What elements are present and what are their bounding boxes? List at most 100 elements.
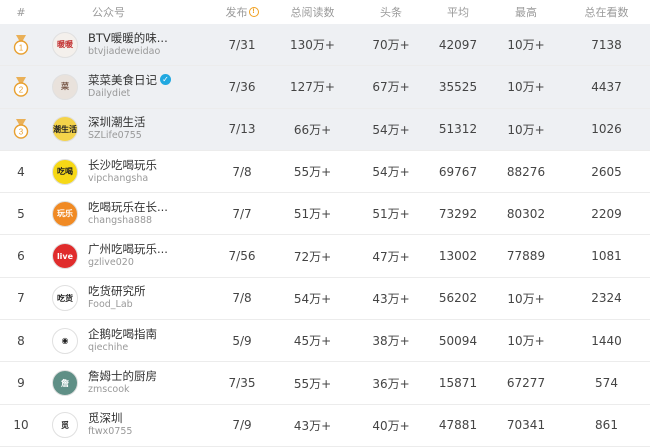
avatar[interactable]: 觅 bbox=[52, 412, 78, 439]
avatar[interactable]: live bbox=[52, 243, 78, 270]
account-cell[interactable]: 菜菜菜美食日记 ✓ Dailydiet bbox=[42, 73, 214, 101]
col-total-views[interactable]: 总在看数 bbox=[563, 4, 650, 20]
verified-icon: ✓ bbox=[160, 74, 171, 86]
table-row[interactable]: 7 吃货 吃货研究所 Food_Lab 7/8 54万+ 43万+ 56202 10万+ 2324 bbox=[0, 278, 650, 321]
account-name[interactable]: 企鹅吃喝指南 bbox=[88, 327, 157, 341]
max-cell: 70341 bbox=[506, 418, 546, 433]
publish-cell: 7/7 bbox=[232, 206, 252, 221]
rank-cell: 1 bbox=[0, 34, 42, 55]
col-total-reads[interactable]: 总阅读数 bbox=[270, 4, 355, 20]
account-name[interactable]: BTV暖暖的味... bbox=[88, 31, 168, 45]
rank-number: 7 bbox=[17, 291, 25, 306]
account-name-text[interactable]: 长沙吃喝玩乐 bbox=[88, 158, 157, 172]
average-cell: 13002 bbox=[438, 249, 478, 264]
headline-cell: 36万+ bbox=[372, 376, 410, 391]
table-row[interactable]: 10 觅觅深圳 ftwx0755 7/9 43万+ 40万+ 47881 70341 861 bbox=[0, 405, 650, 447]
col-account[interactable]: 公众号 bbox=[42, 4, 214, 20]
col-publish[interactable]: 发布 ! bbox=[214, 4, 270, 20]
max-cell: 77889 bbox=[506, 249, 546, 264]
headline-cell: 54万+ bbox=[372, 122, 410, 137]
account-name[interactable]: 菜菜美食日记 ✓ bbox=[88, 73, 171, 87]
max-cell: 10万+ bbox=[507, 38, 545, 53]
rank-cell: 7 bbox=[0, 291, 42, 305]
headline-cell: 67万+ bbox=[372, 80, 410, 95]
publish-cell: 7/9 bbox=[232, 418, 252, 433]
col-headline[interactable]: 头条 bbox=[355, 4, 427, 20]
account-name-text[interactable]: 深圳潮生活 bbox=[88, 115, 146, 129]
table-row[interactable]: 8 ◉ 企鹅吃喝指南 qiechihe 5/9 45万+ 38万+ 50094 10万+ 1440 bbox=[0, 320, 650, 363]
account-name[interactable]: 广州吃喝玩乐... bbox=[88, 242, 168, 256]
average-cell: 56202 bbox=[438, 291, 478, 306]
account-cell[interactable]: ◉ 企鹅吃喝指南 qiechihe bbox=[42, 327, 214, 355]
account-cell[interactable]: 玩乐 吃喝玩乐在长... changsha888 bbox=[42, 200, 214, 228]
total-views-cell: 2324 bbox=[591, 291, 622, 306]
avatar[interactable]: 玩乐 bbox=[52, 200, 78, 227]
total-reads-cell: 54万+ bbox=[293, 291, 332, 306]
table-row[interactable]: 9 詹詹姆士的厨房 zmscook 7/35 55万+ 36万+ 15871 67277 574 bbox=[0, 362, 650, 405]
average-cell: 35525 bbox=[438, 79, 478, 94]
account-name-text[interactable]: 詹姆士的厨房 bbox=[88, 369, 157, 383]
average-cell: 50094 bbox=[438, 333, 478, 348]
account-cell[interactable]: live 广州吃喝玩乐... gzlive020 bbox=[42, 242, 214, 270]
account-id: Food_Lab bbox=[88, 299, 133, 311]
table-row[interactable]: 2 菜菜菜美食日记 ✓ Dailydiet 7/36 127万+ 67万+ 35525 10万+… bbox=[0, 66, 650, 109]
total-views-cell: 2605 bbox=[591, 164, 622, 179]
rank-cell: 6 bbox=[0, 249, 42, 263]
total-views-cell: 1440 bbox=[591, 333, 622, 348]
avatar[interactable]: 潮生活 bbox=[52, 116, 78, 143]
publish-cell: 7/36 bbox=[228, 79, 256, 94]
table-row[interactable]: 3 潮生活 深圳潮生活 SZLife0755 7/13 66万+ 54万+ 51312 10万+… bbox=[0, 108, 650, 151]
account-name-text[interactable]: 觅深圳 bbox=[88, 411, 123, 425]
col-average[interactable]: 平均 bbox=[427, 4, 489, 20]
account-name[interactable]: 长沙吃喝玩乐 bbox=[88, 158, 157, 172]
rank-number: 8 bbox=[17, 333, 25, 348]
table-row[interactable]: 1 暖暖 BTV暖暖的味... btvjiadeweidao 7/31 130万+ 70万+… bbox=[0, 24, 650, 67]
account-id: Dailydiet bbox=[88, 87, 131, 99]
max-cell: 10万+ bbox=[507, 291, 545, 306]
account-id: gzlive020 bbox=[88, 257, 134, 269]
avatar[interactable]: ◉ bbox=[52, 327, 78, 354]
account-name-text[interactable]: 企鹅吃喝指南 bbox=[88, 327, 157, 341]
account-cell[interactable]: 詹詹姆士的厨房 zmscook bbox=[42, 369, 214, 397]
account-cell[interactable]: 吃喝 长沙吃喝玩乐 vipchangsha bbox=[42, 158, 214, 186]
account-name-text[interactable]: 吃货研究所 bbox=[88, 284, 146, 298]
account-cell[interactable]: 暖暖 BTV暖暖的味... btvjiadeweidao bbox=[42, 31, 214, 59]
table-row[interactable]: 6 live 广州吃喝玩乐... gzlive020 7/56 72万+ 47万+ 13002… bbox=[0, 235, 650, 278]
avatar[interactable]: 吃货 bbox=[52, 285, 78, 312]
publish-cell: 7/13 bbox=[228, 122, 256, 137]
avatar[interactable]: 菜 bbox=[52, 73, 78, 100]
table-row[interactable]: 5 玩乐 吃喝玩乐在长... changsha888 7/7 51万+ 51万+ 73292 8… bbox=[0, 193, 650, 236]
account-cell[interactable]: 吃货 吃货研究所 Food_Lab bbox=[42, 284, 214, 312]
account-name[interactable]: 吃喝玩乐在长... bbox=[88, 200, 168, 214]
account-name-text[interactable]: 菜菜美食日记 bbox=[88, 73, 157, 87]
average-cell: 69767 bbox=[438, 164, 478, 179]
rank-cell: 10 bbox=[0, 418, 42, 432]
publish-cell: 5/9 bbox=[232, 333, 252, 348]
account-name[interactable]: 深圳潮生活 bbox=[88, 115, 146, 129]
account-id: qiechihe bbox=[88, 341, 129, 353]
col-max[interactable]: 最高 bbox=[489, 4, 563, 20]
account-cell[interactable]: 潮生活 深圳潮生活 SZLife0755 bbox=[42, 115, 214, 143]
account-name-text[interactable]: 吃喝玩乐在长... bbox=[88, 200, 168, 214]
account-name[interactable]: 詹姆士的厨房 bbox=[88, 369, 157, 383]
avatar[interactable]: 吃喝 bbox=[52, 158, 78, 185]
avatar[interactable]: 詹 bbox=[52, 370, 78, 397]
account-name-text[interactable]: 广州吃喝玩乐... bbox=[88, 242, 168, 256]
medal-number: 1 bbox=[19, 43, 24, 52]
publish-cell: 7/31 bbox=[228, 37, 256, 52]
account-name[interactable]: 觅深圳 bbox=[88, 411, 132, 425]
average-cell: 47881 bbox=[438, 418, 478, 433]
avatar[interactable]: 暖暖 bbox=[52, 31, 78, 58]
account-name-text[interactable]: BTV暖暖的味... bbox=[88, 31, 168, 45]
table-row[interactable]: 4 吃喝 长沙吃喝玩乐 vipchangsha 7/8 55万+ 54万+ 69767 8827… bbox=[0, 151, 650, 194]
account-name[interactable]: 吃货研究所 bbox=[88, 284, 146, 298]
total-views-cell: 1026 bbox=[591, 122, 622, 137]
total-views-cell: 7138 bbox=[591, 37, 622, 52]
headline-cell: 47万+ bbox=[372, 249, 410, 264]
publish-cell: 7/8 bbox=[232, 164, 252, 179]
publish-cell: 7/35 bbox=[228, 376, 256, 391]
info-icon[interactable]: ! bbox=[248, 7, 259, 17]
rank-number: 10 bbox=[13, 418, 29, 433]
account-cell[interactable]: 觅觅深圳 ftwx0755 bbox=[42, 411, 214, 439]
total-views-cell: 4437 bbox=[591, 79, 622, 94]
